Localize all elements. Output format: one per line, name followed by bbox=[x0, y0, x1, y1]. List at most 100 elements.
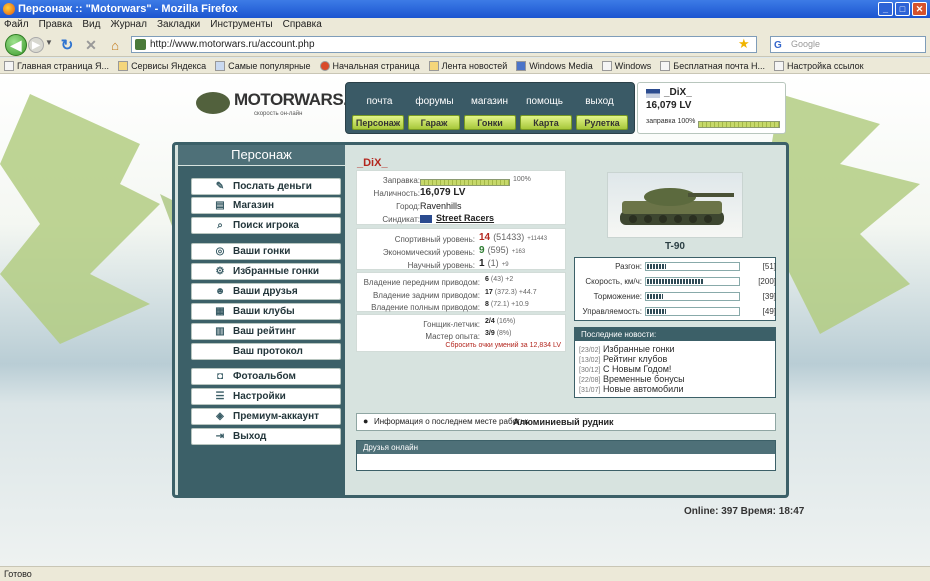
friends-online-title: Друзья онлайн bbox=[357, 441, 775, 454]
menu-history[interactable]: Журнал bbox=[110, 18, 147, 32]
bookmark-item[interactable]: Настройка ссылок bbox=[774, 58, 864, 73]
stat-acceleration: Разгон: [51] bbox=[615, 262, 776, 271]
status-bar: Готово bbox=[0, 566, 930, 581]
home-button[interactable]: ⌂ bbox=[106, 36, 124, 54]
online-time-footer: Online: 397 Время: 18:47 bbox=[684, 506, 805, 517]
sidebar-item-send-money[interactable]: ✎ Послать деньги bbox=[191, 178, 341, 195]
sidebar-item-settings[interactable]: ☰ Настройки bbox=[191, 388, 341, 405]
fuel-bar bbox=[420, 178, 510, 186]
sport-level: 14 bbox=[479, 232, 491, 243]
bookmark-item[interactable]: Windows Media bbox=[516, 58, 593, 73]
car-name: T-90 bbox=[664, 241, 685, 252]
bookmark-item[interactable]: Начальная страница bbox=[319, 58, 420, 73]
profile-info-panel: Заправка: 100% Наличность: 16,079 LV Гор… bbox=[356, 170, 566, 225]
nav-mail[interactable]: почта bbox=[352, 95, 407, 109]
nav-logout[interactable]: выход bbox=[572, 95, 627, 109]
menu-edit[interactable]: Правка bbox=[39, 18, 73, 32]
url-text: http://www.motorwars.ru/account.php bbox=[150, 39, 315, 50]
folder-icon bbox=[118, 60, 129, 71]
menu-bookmarks[interactable]: Закладки bbox=[157, 18, 200, 32]
tab-races[interactable]: Гонки bbox=[464, 115, 516, 130]
diamond-icon: ◈ bbox=[216, 411, 224, 422]
bookmark-item[interactable]: Windows bbox=[601, 58, 651, 73]
minimize-button[interactable]: _ bbox=[878, 2, 893, 16]
news-panel: Последние новости: [23/02] Избранные гон… bbox=[574, 327, 776, 398]
syndicate-link[interactable]: Street Racers bbox=[436, 213, 494, 223]
bookmark-item[interactable]: Самые популярные bbox=[215, 58, 311, 73]
bookmark-item[interactable]: Сервисы Яндекса bbox=[118, 58, 206, 73]
stop-button[interactable]: ✕ bbox=[82, 36, 100, 54]
sidebar-item-photo-album[interactable]: ◘ Фотоальбом bbox=[191, 368, 341, 385]
tab-garage[interactable]: Гараж bbox=[408, 115, 460, 130]
sidebar-item-rating[interactable]: ▥ Ваш рейтинг bbox=[191, 323, 341, 340]
sidebar-item-find-player[interactable]: ⌕ Поиск игрока bbox=[191, 217, 341, 234]
city-value: Ravenhills bbox=[420, 201, 462, 211]
search-input[interactable]: G Google bbox=[770, 36, 926, 53]
sidebar-item-favorite-races[interactable]: ⚙ Избранные гонки bbox=[191, 263, 341, 280]
sidebar-item-shop[interactable]: ▤ Магазин bbox=[191, 197, 341, 214]
nav-forums[interactable]: форумы bbox=[407, 95, 462, 109]
work-place: Алюминиевый рудник bbox=[513, 417, 614, 427]
menu-tools[interactable]: Инструменты bbox=[210, 18, 272, 32]
maximize-button[interactable]: □ bbox=[895, 2, 910, 16]
news-title: Последние новости: bbox=[575, 328, 775, 341]
nav-help[interactable]: помощь bbox=[517, 95, 572, 109]
profile-name: _DiX_ bbox=[357, 157, 388, 169]
sidebar-item-clubs[interactable]: ▦ Ваши клубы bbox=[191, 303, 341, 320]
close-button[interactable]: ✕ bbox=[912, 2, 927, 16]
window-titlebar: Персонаж :: "Motorwars" - Mozilla Firefo… bbox=[0, 0, 930, 18]
sidebar-item-exit[interactable]: ⇥ Выход bbox=[191, 428, 341, 445]
player-fuel-bar bbox=[698, 120, 780, 128]
science-level: 1 bbox=[479, 258, 485, 269]
economic-level: 9 bbox=[479, 245, 485, 256]
chevron-down-icon: ▼ bbox=[45, 38, 53, 47]
page-icon bbox=[516, 60, 527, 71]
tab-map[interactable]: Карта bbox=[520, 115, 572, 130]
search-placeholder: Google bbox=[791, 39, 821, 49]
tab-character[interactable]: Персонаж bbox=[352, 115, 404, 130]
history-dropdown-button[interactable]: ▼ bbox=[45, 38, 53, 47]
friends-online-panel: Друзья онлайн bbox=[356, 440, 776, 471]
stop-icon: ✕ bbox=[85, 36, 97, 53]
sidebar-item-protocol[interactable]: Ваш протокол bbox=[191, 343, 341, 360]
bullet-icon: ● bbox=[363, 416, 369, 426]
reload-icon: ↻ bbox=[60, 37, 74, 54]
page-icon bbox=[319, 60, 330, 71]
shop-icon: ▤ bbox=[215, 200, 225, 211]
forward-arrow-icon: ▶ bbox=[32, 39, 40, 51]
player-fuel-label: заправка 100% bbox=[646, 118, 696, 125]
tab-roulette[interactable]: Рулетка bbox=[576, 115, 628, 130]
drive-skills-panel: Владение передним приводом: 6 (43) +2 Вл… bbox=[356, 272, 566, 312]
page-icon bbox=[601, 60, 612, 71]
tank-logo-icon bbox=[196, 92, 230, 114]
menu-file[interactable]: Файл bbox=[4, 18, 29, 32]
url-input[interactable]: http://www.motorwars.ru/account.php bbox=[131, 36, 757, 53]
news-item[interactable]: [31/07] Новые автомобили bbox=[579, 385, 775, 395]
site-top-nav: почта форумы магазин помощь выход Персон… bbox=[345, 82, 635, 134]
menu-view[interactable]: Вид bbox=[82, 18, 100, 32]
player-name[interactable]: _DiX_ bbox=[664, 87, 692, 98]
forward-button[interactable]: ▶ bbox=[28, 37, 44, 53]
sidebar-item-premium[interactable]: ◈ Премиум-аккаунт bbox=[191, 408, 341, 425]
stat-speed: Скорость, км/ч: [200] bbox=[585, 277, 776, 286]
firefox-icon bbox=[3, 3, 15, 15]
car-image[interactable] bbox=[607, 172, 743, 238]
google-icon: G bbox=[774, 40, 782, 51]
reset-skills-link[interactable]: Сбросить очки умений за 12,834 LV bbox=[445, 342, 561, 349]
reload-button[interactable]: ↻ bbox=[58, 36, 76, 54]
site-logo[interactable]: MOTORWARS.RU скорость он-лайн bbox=[194, 86, 371, 126]
stat-handling: Управляемость: [49] bbox=[582, 307, 776, 316]
bookmark-item[interactable]: Лента новостей bbox=[428, 58, 507, 73]
sidebar-item-friends[interactable]: ☻ Ваши друзья bbox=[191, 283, 341, 300]
bookmark-item[interactable]: Главная страница Я... bbox=[4, 58, 109, 73]
exit-icon: ⇥ bbox=[215, 431, 225, 442]
money-icon: ✎ bbox=[215, 181, 225, 192]
levels-panel: Спортивный уровень: 14 (51433) +11443 Эк… bbox=[356, 228, 566, 270]
sidebar-item-your-races[interactable]: ◎ Ваши гонки bbox=[191, 243, 341, 260]
nav-shop[interactable]: магазин bbox=[462, 95, 517, 109]
back-button[interactable]: ◀ bbox=[5, 34, 27, 56]
menu-help[interactable]: Справка bbox=[283, 18, 322, 32]
bookmark-star-icon[interactable]: ★ bbox=[738, 36, 750, 52]
player-money: 16,079 LV bbox=[646, 100, 692, 111]
bookmark-item[interactable]: Бесплатная почта Н... bbox=[660, 58, 765, 73]
